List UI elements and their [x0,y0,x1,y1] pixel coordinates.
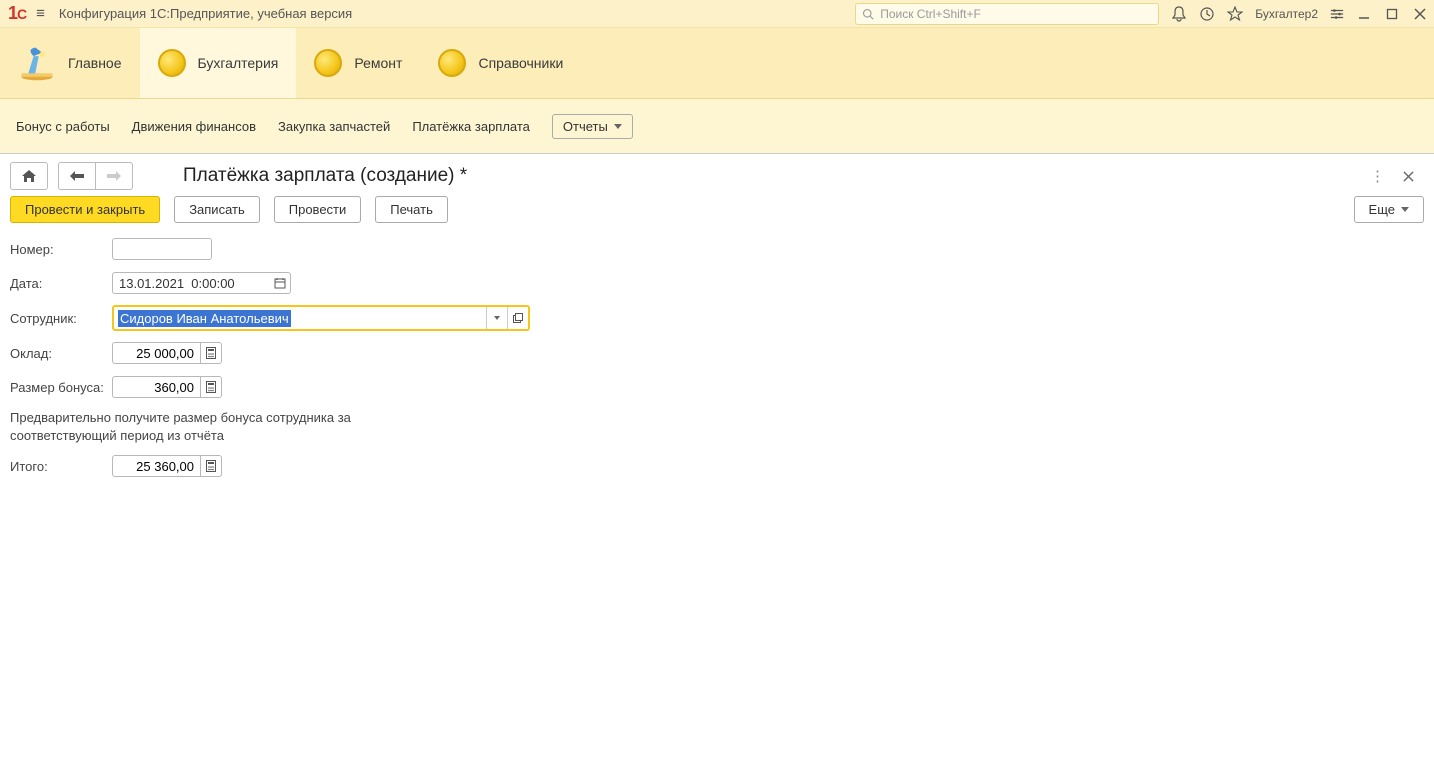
total-calc-button[interactable] [200,455,222,477]
bonus-field[interactable] [112,376,200,398]
employee-field-group: Сидоров Иван Анатольевич [112,305,530,331]
number-label: Номер: [10,242,112,257]
maximize-icon[interactable] [1386,8,1398,20]
nav-group [58,162,133,190]
open-icon [513,313,523,323]
form-body: Номер: Дата: Сотрудник: Сидоров Иван Ана… [0,235,1434,490]
employee-value: Сидоров Иван Анатольевич [118,310,291,327]
kebab-icon[interactable]: ⋮ [1370,167,1385,185]
circle-icon [438,49,466,77]
calculator-icon [206,460,216,472]
home-icon [21,169,37,183]
section-repair[interactable]: Ремонт [296,28,420,98]
arrow-right-icon [107,171,121,181]
calculator-icon [206,347,216,359]
cmd-reports[interactable]: Отчеты [552,114,633,139]
salary-calc-button[interactable] [200,342,222,364]
print-button[interactable]: Печать [375,196,448,223]
bonus-note: Предварительно получите размер бонуса со… [10,409,390,444]
arrow-left-icon [70,171,84,181]
section-bar: Главное Бухгалтерия Ремонт Справочники [0,28,1434,99]
minimize-icon[interactable] [1358,8,1370,20]
chevron-down-icon [614,124,622,129]
circle-icon [314,49,342,77]
nav-forward-button[interactable] [95,162,133,190]
employee-dropdown-button[interactable] [486,307,507,329]
bell-icon[interactable] [1171,6,1187,22]
chevron-down-icon [494,316,500,320]
section-directories[interactable]: Справочники [420,28,581,98]
form-toolbar: Провести и закрыть Записать Провести Печ… [0,196,1434,235]
settings-icon[interactable] [1330,7,1344,21]
cmd-salary[interactable]: Платёжка зарплата [412,119,530,134]
chevron-down-icon [1401,207,1409,212]
bonus-label: Размер бонуса: [10,380,112,395]
command-bar: Бонус с работы Движения финансов Закупка… [0,99,1434,154]
app-title: Конфигурация 1С:Предприятие, учебная вер… [59,6,352,21]
home-button[interactable] [10,162,48,190]
date-picker-button[interactable] [270,272,291,294]
date-label: Дата: [10,276,112,291]
bonus-calc-button[interactable] [200,376,222,398]
menu-icon[interactable]: ≡ [36,5,45,22]
date-field[interactable] [112,272,270,294]
close-form-icon[interactable] [1403,171,1414,182]
section-accounting-label: Бухгалтерия [198,55,279,71]
salary-field[interactable] [112,342,200,364]
cmd-finance[interactable]: Движения финансов [132,119,256,134]
cmd-reports-label: Отчеты [563,119,608,134]
close-icon[interactable] [1414,8,1426,20]
section-directories-label: Справочники [478,55,563,71]
title-bar: 1С ≡ Конфигурация 1С:Предприятие, учебна… [0,0,1434,28]
user-label[interactable]: Бухгалтер2 [1255,7,1318,21]
section-repair-label: Ремонт [354,55,402,71]
circle-icon [158,49,186,77]
save-button[interactable]: Записать [174,196,260,223]
more-button[interactable]: Еще [1354,196,1424,223]
employee-label: Сотрудник: [10,311,112,326]
calculator-icon [206,381,216,393]
section-main[interactable]: Главное [0,28,140,98]
section-accounting[interactable]: Бухгалтерия [140,28,297,98]
cmd-purchase[interactable]: Закупка запчастей [278,119,390,134]
employee-open-button[interactable] [507,307,528,329]
calendar-icon [274,277,286,289]
form-header: Платёжка зарплата (создание) * ⋮ [0,154,1434,196]
history-icon[interactable] [1199,6,1215,22]
nav-back-button[interactable] [58,162,95,190]
search-icon [862,8,874,20]
search-input[interactable]: Поиск Ctrl+Shift+F [855,3,1159,25]
cmd-bonus[interactable]: Бонус с работы [16,119,110,134]
salary-label: Оклад: [10,346,112,361]
employee-field[interactable]: Сидоров Иван Анатольевич [114,307,486,329]
page-title: Платёжка зарплата (создание) * [183,165,467,187]
star-icon[interactable] [1227,6,1243,22]
desk-lamp-icon [18,44,56,82]
post-and-close-button[interactable]: Провести и закрыть [10,196,160,223]
total-label: Итого: [10,459,112,474]
post-button[interactable]: Провести [274,196,362,223]
total-field[interactable] [112,455,200,477]
number-field[interactable] [112,238,212,260]
section-main-label: Главное [68,55,122,71]
logo-1c: 1С [8,3,26,24]
search-placeholder: Поиск Ctrl+Shift+F [880,7,981,21]
more-label: Еще [1369,202,1395,217]
